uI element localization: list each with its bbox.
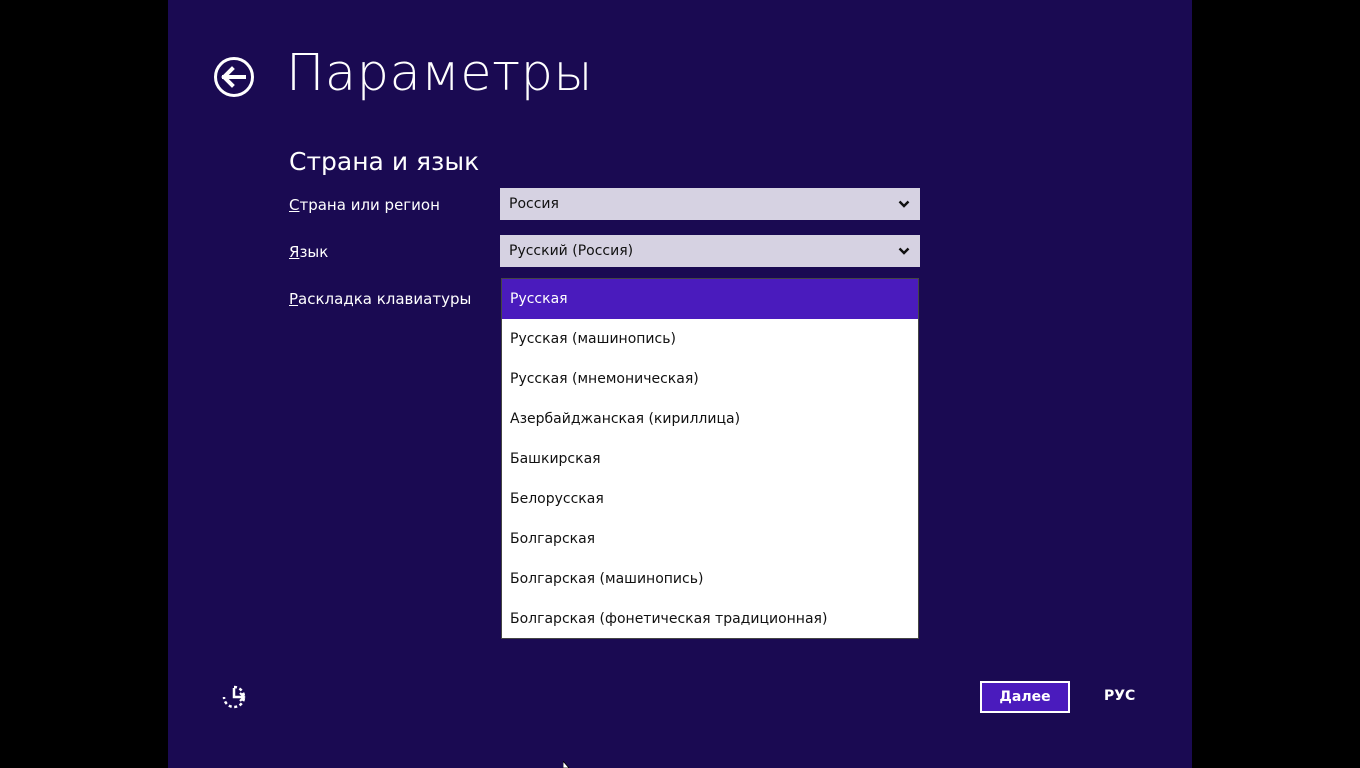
keyboard-option[interactable]: Болгарская xyxy=(502,519,918,559)
keyboard-option[interactable]: Русская (машинопись) xyxy=(502,319,918,359)
ease-of-access-button[interactable] xyxy=(221,684,247,710)
keyboard-option[interactable]: Азербайджанская (кириллица) xyxy=(502,399,918,439)
language-label: Язык xyxy=(289,243,328,261)
mouse-pointer-icon xyxy=(563,761,570,768)
page-title: Параметры xyxy=(286,44,593,103)
country-label-accesskey: С xyxy=(289,196,300,214)
ease-of-access-icon xyxy=(222,685,246,709)
section-title: Страна и язык xyxy=(289,147,480,176)
language-label-accesskey: Я xyxy=(289,243,300,261)
country-label-text: трана или регион xyxy=(299,196,440,214)
back-button[interactable] xyxy=(213,56,255,98)
chevron-down-icon xyxy=(898,200,910,208)
country-select-value: Россия xyxy=(509,196,559,212)
setup-screen: Параметры Страна и язык Страна или регио… xyxy=(168,0,1192,768)
keyboard-option[interactable]: Белорусская xyxy=(502,479,918,519)
keyboard-option[interactable]: Русская (мнемоническая) xyxy=(502,359,918,399)
country-select[interactable]: Россия xyxy=(500,188,920,220)
keyboard-label: Раскладка клавиатуры xyxy=(289,290,471,308)
keyboard-label-text: аскладка клавиатуры xyxy=(298,290,472,308)
keyboard-label-accesskey: Р xyxy=(289,290,299,308)
input-language-indicator[interactable]: РУС xyxy=(1104,688,1135,704)
keyboard-option[interactable]: Русская xyxy=(502,279,918,319)
chevron-down-icon xyxy=(898,247,910,255)
language-select[interactable]: Русский (Россия) xyxy=(500,235,920,267)
keyboard-option[interactable]: Башкирская xyxy=(502,439,918,479)
keyboard-option[interactable]: Болгарская (фонетическая традиционная) xyxy=(502,599,918,638)
keyboard-dropdown-list[interactable]: Русская Русская (машинопись) Русская (мн… xyxy=(501,278,919,639)
country-label: Страна или регион xyxy=(289,196,440,214)
language-select-value: Русский (Россия) xyxy=(509,243,634,259)
language-label-text: зык xyxy=(299,243,329,261)
keyboard-option[interactable]: Болгарская (машинопись) xyxy=(502,559,918,599)
back-arrow-circle-icon xyxy=(214,57,254,97)
next-button[interactable]: Далее xyxy=(980,681,1070,713)
